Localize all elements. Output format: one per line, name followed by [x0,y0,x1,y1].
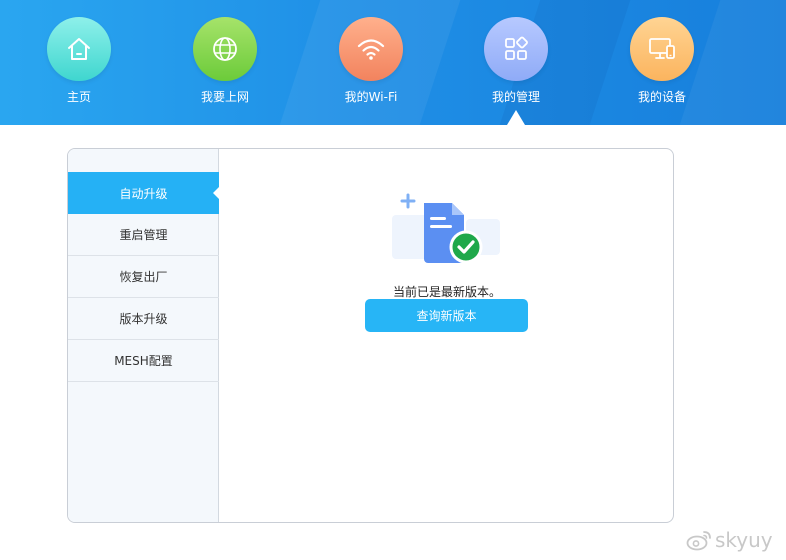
upgrade-panel: 自动升级 重启管理 恢复出厂 版本升级 MESH配置 当前已是最新版本。 查询新… [67,148,674,523]
sidebar-item-factory-reset[interactable]: 恢复出厂 [68,256,219,298]
nav-label-devices: 我的设备 [637,90,686,104]
up-to-date-illustration [392,193,500,264]
firmware-status-text: 当前已是最新版本。 [392,285,501,299]
nav-label-wifi: 我的Wi-Fi [344,90,398,104]
sidebar-item-auto-upgrade[interactable]: 自动升级 [68,172,220,214]
nav-circle-home [47,17,111,81]
nav-circle-devices [630,17,694,81]
sidebar-item-reboot-management[interactable]: 重启管理 [68,214,219,256]
watermark-text: skyuy [715,528,773,552]
nav-label-management: 我的管理 [491,90,540,104]
nav-label-internet: 我要上网 [200,90,249,104]
check-new-version-button[interactable]: 查询新版本 [365,299,528,332]
wifi-icon [357,39,385,60]
devices-icon [649,38,675,59]
watermark: skyuy [686,525,773,555]
nav-item-management[interactable]: 我的管理 [466,17,566,107]
globe-icon [213,37,237,61]
check-circle-icon [449,230,483,264]
plus-decoration [400,193,416,209]
nav-item-home[interactable]: 主页 [29,17,129,107]
nav-item-devices[interactable]: 我的设备 [612,17,712,107]
nav-circle-wifi [339,17,403,81]
active-nav-pointer [507,110,525,125]
sidebar-item-mesh-config[interactable]: MESH配置 [68,340,219,382]
top-navigation-bar: 主页 我要上网 我的Wi-Fi 我的管理 我的设备 [0,0,786,125]
nav-label-home: 主页 [66,90,91,104]
sidebar: 自动升级 重启管理 恢复出厂 版本升级 MESH配置 [68,149,220,522]
weibo-icon [686,531,711,551]
nav-circle-internet [193,17,257,81]
nav-item-wifi[interactable]: 我的Wi-Fi [321,17,421,107]
nav-circle-management [484,17,548,81]
home-icon [68,38,90,60]
apps-icon [505,36,528,60]
sidebar-item-version-upgrade[interactable]: 版本升级 [68,298,219,340]
nav-item-internet[interactable]: 我要上网 [175,17,275,107]
